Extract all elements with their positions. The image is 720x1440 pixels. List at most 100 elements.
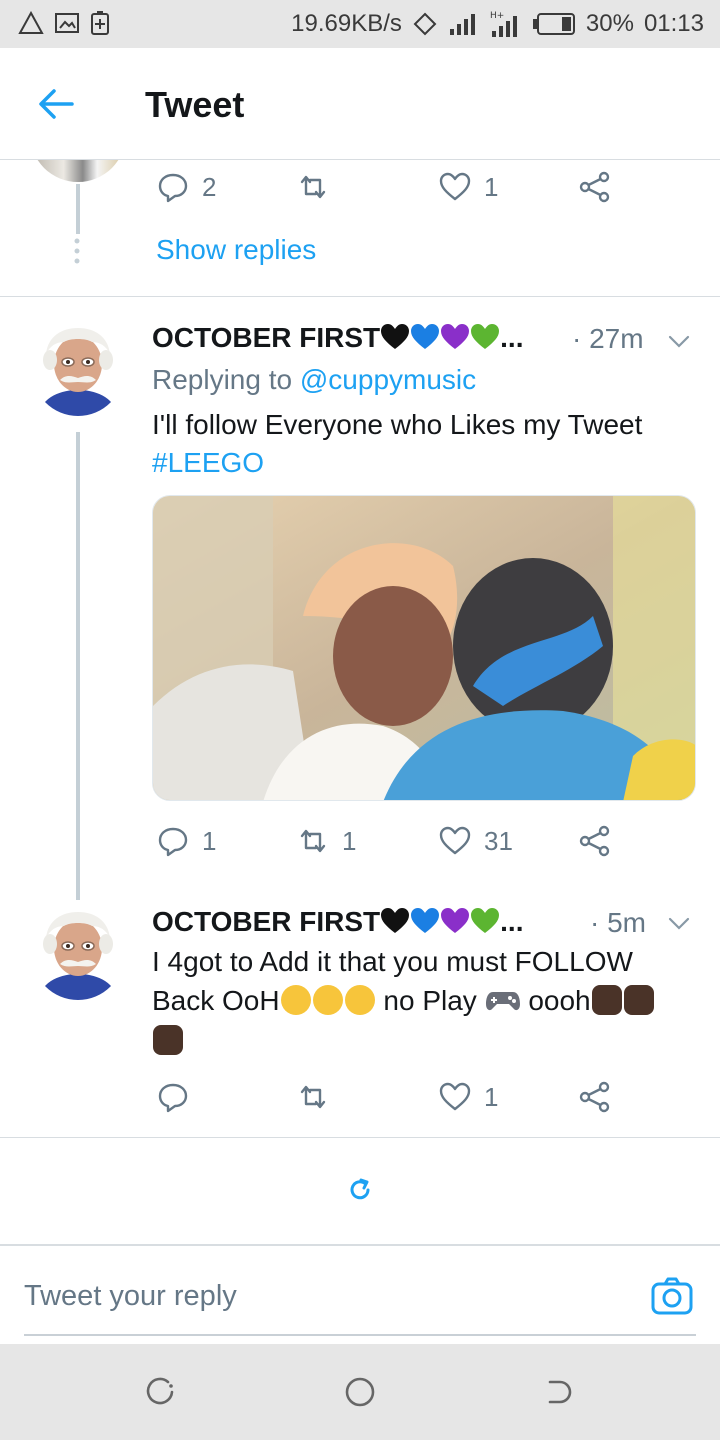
replying-to: Replying to @cuppymusic bbox=[152, 361, 476, 399]
thread-dots-icon bbox=[74, 238, 80, 264]
tweet-media[interactable] bbox=[152, 495, 696, 801]
black-heart-emoji-icon bbox=[381, 324, 410, 349]
reply-input[interactable]: Tweet your reply bbox=[24, 1280, 237, 1313]
tweet-time: · 27m bbox=[572, 323, 644, 354]
old-man-avatar-icon bbox=[32, 324, 124, 416]
reply-action[interactable] bbox=[156, 1080, 190, 1114]
thread-line bbox=[76, 432, 80, 900]
reply-icon bbox=[158, 1083, 188, 1113]
network-speed: 19.69KB/s bbox=[291, 10, 402, 37]
avatar[interactable] bbox=[32, 324, 124, 416]
camera-icon[interactable] bbox=[650, 1274, 694, 1318]
recent-apps-icon[interactable] bbox=[142, 1374, 178, 1410]
share-action[interactable] bbox=[578, 1080, 612, 1114]
smirk-emoji-icon bbox=[280, 985, 311, 1015]
signal-h-icon: H+ bbox=[490, 11, 517, 37]
tweet-text-line-2: Back OoH no Play oooh bbox=[152, 982, 655, 1020]
back-icon[interactable] bbox=[542, 1374, 578, 1410]
green-heart-emoji-icon bbox=[471, 908, 500, 933]
retweet-icon bbox=[300, 1085, 326, 1109]
tweet-text-line-3 bbox=[152, 1022, 184, 1060]
app-bar: Tweet bbox=[0, 48, 720, 160]
smirk-emoji-icon bbox=[312, 985, 343, 1015]
black-heart-emoji-icon bbox=[381, 908, 410, 933]
retweet-action[interactable]: 1 bbox=[296, 824, 356, 858]
author-name-text: OCTOBER FIRST bbox=[152, 322, 381, 353]
like-count: 31 bbox=[484, 825, 513, 856]
divider bbox=[0, 296, 720, 297]
author-name-ellipsis: ... bbox=[500, 906, 524, 937]
tweet-text-part: no Play bbox=[375, 985, 485, 1016]
like-action[interactable]: 31 bbox=[438, 824, 513, 858]
like-icon bbox=[439, 172, 471, 201]
like-action[interactable]: 1 bbox=[438, 1080, 498, 1114]
author-name[interactable]: OCTOBER FIRST... bbox=[152, 322, 524, 354]
page-title: Tweet bbox=[145, 84, 245, 125]
share-action[interactable] bbox=[578, 170, 612, 204]
replying-prefix: Replying to bbox=[152, 364, 293, 395]
status-left-icons bbox=[18, 10, 110, 36]
reply-composer: Tweet your reply bbox=[0, 1244, 720, 1344]
battery-icon bbox=[532, 13, 575, 35]
reply-action[interactable]: 2 bbox=[156, 170, 216, 204]
retweet-icon bbox=[300, 175, 326, 199]
media-photo bbox=[153, 496, 695, 800]
reply-action[interactable]: 1 bbox=[156, 824, 216, 858]
chevron-down-icon[interactable] bbox=[666, 910, 692, 936]
image-icon bbox=[55, 13, 79, 33]
old-man-avatar-icon bbox=[32, 908, 124, 1000]
share-icon bbox=[579, 1081, 610, 1113]
system-nav-bar bbox=[0, 1344, 720, 1440]
raised-fist-emoji-icon bbox=[153, 1025, 183, 1055]
reply-icon bbox=[158, 827, 188, 857]
raised-fist-emoji-icon bbox=[591, 985, 622, 1015]
thread-line bbox=[76, 184, 80, 234]
like-count: 1 bbox=[484, 1081, 499, 1112]
alert-icon bbox=[18, 11, 44, 34]
like-action[interactable]: 1 bbox=[438, 170, 498, 204]
refresh-icon[interactable] bbox=[347, 1177, 373, 1203]
author-name-ellipsis: ... bbox=[500, 322, 524, 353]
retweet-icon bbox=[300, 829, 326, 853]
status-right: 19.69KB/s H+ 30% 01:13 bbox=[291, 9, 704, 39]
avatar[interactable] bbox=[32, 908, 124, 1000]
mention-link[interactable]: @cuppymusic bbox=[300, 364, 476, 395]
reply-count: 2 bbox=[202, 171, 217, 202]
previous-avatar bbox=[30, 160, 126, 182]
tweet-text: I'll follow Everyone who Likes my Tweet bbox=[152, 409, 643, 440]
previous-avatar-crop bbox=[30, 160, 126, 182]
green-heart-emoji-icon bbox=[471, 324, 500, 349]
rotate-icon bbox=[413, 12, 437, 36]
show-replies-link[interactable]: Show replies bbox=[156, 234, 316, 266]
like-icon bbox=[439, 1082, 471, 1111]
purple-heart-emoji-icon bbox=[441, 324, 470, 349]
raised-fist-emoji-icon bbox=[623, 985, 654, 1015]
like-icon bbox=[439, 826, 471, 855]
author-name[interactable]: OCTOBER FIRST... bbox=[152, 906, 524, 938]
like-count: 1 bbox=[484, 171, 499, 202]
retweet-action[interactable] bbox=[296, 1080, 330, 1114]
clock: 01:13 bbox=[643, 10, 704, 37]
divider bbox=[0, 1137, 720, 1138]
tweet-text-part: oooh bbox=[520, 985, 591, 1016]
back-arrow-icon[interactable] bbox=[36, 84, 76, 124]
blue-heart-emoji-icon bbox=[411, 908, 440, 933]
reply-count: 1 bbox=[202, 825, 217, 856]
hashtag-link[interactable]: #LEEGO bbox=[152, 444, 264, 482]
tweet-text-line-1: I 4got to Add it that you must FOLLOW bbox=[152, 946, 633, 977]
signal-icon bbox=[449, 14, 475, 35]
tweet-text-part: Back OoH bbox=[152, 985, 280, 1016]
reply-icon bbox=[158, 173, 188, 203]
svg-text:H+: H+ bbox=[490, 11, 504, 21]
game-controller-emoji-icon bbox=[485, 992, 520, 1011]
chevron-down-icon[interactable] bbox=[666, 328, 692, 354]
retweet-action[interactable] bbox=[296, 170, 330, 204]
share-action[interactable] bbox=[578, 824, 612, 858]
battery-saver-icon bbox=[91, 11, 109, 35]
smirk-emoji-icon bbox=[344, 985, 375, 1015]
purple-heart-emoji-icon bbox=[441, 908, 470, 933]
share-icon bbox=[579, 171, 610, 203]
blue-heart-emoji-icon bbox=[411, 324, 440, 349]
home-icon[interactable] bbox=[342, 1374, 378, 1410]
battery-percent: 30% bbox=[585, 10, 634, 37]
